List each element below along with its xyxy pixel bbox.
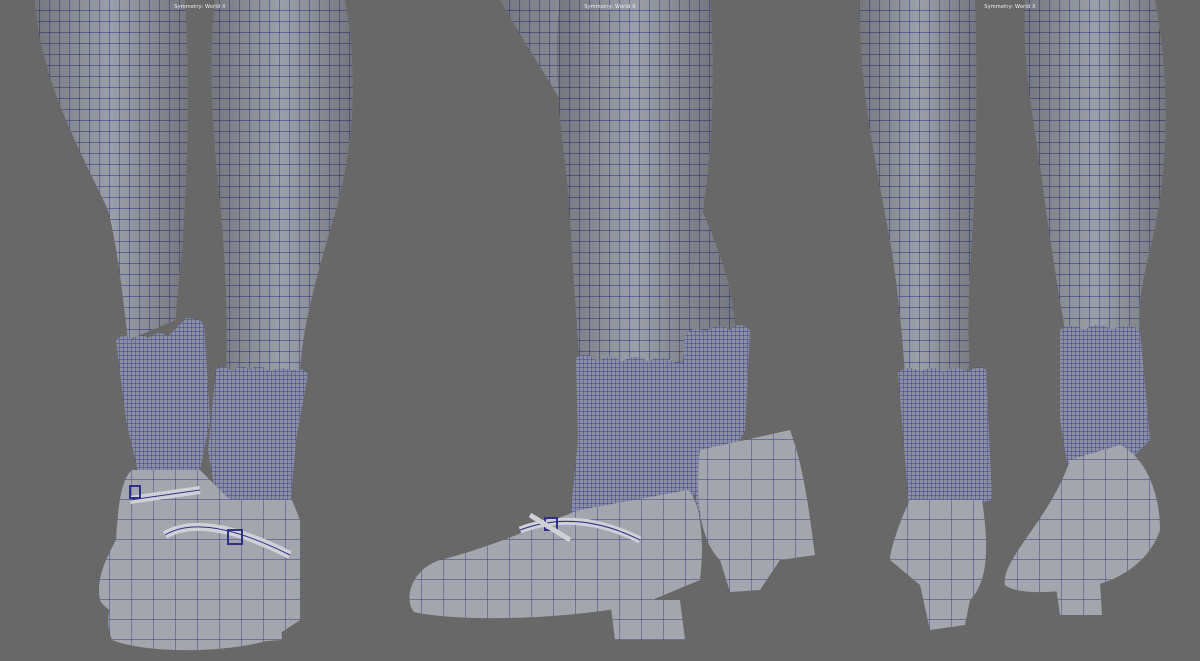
viewport-title: Symmetry: World X: [984, 4, 1036, 10]
shoe-heel: [1055, 580, 1102, 615]
shoe-mesh: [890, 500, 987, 630]
viewport-title: Symmetry: World X: [174, 4, 226, 10]
viewport-side[interactable]: Symmetry: World X: [400, 0, 820, 661]
shoe-heel: [610, 600, 685, 640]
sock-mesh: [898, 367, 992, 520]
model-legs-side: [409, 0, 815, 640]
shoe-mesh: [1004, 445, 1160, 593]
model-legs-back: [859, 0, 1166, 630]
viewport-back[interactable]: Symmetry: World X: [820, 0, 1200, 661]
sock-mesh: [116, 318, 210, 480]
viewport-front[interactable]: Symmetry: World X: [0, 0, 400, 661]
viewport-title: Symmetry: World X: [584, 4, 636, 10]
viewport-strip: Symmetry: World X Symmetry: World X Symm…: [0, 0, 1200, 661]
shoe-mesh: [698, 430, 815, 592]
model-legs-front: [35, 0, 353, 651]
shoe-mesh: [409, 490, 702, 619]
